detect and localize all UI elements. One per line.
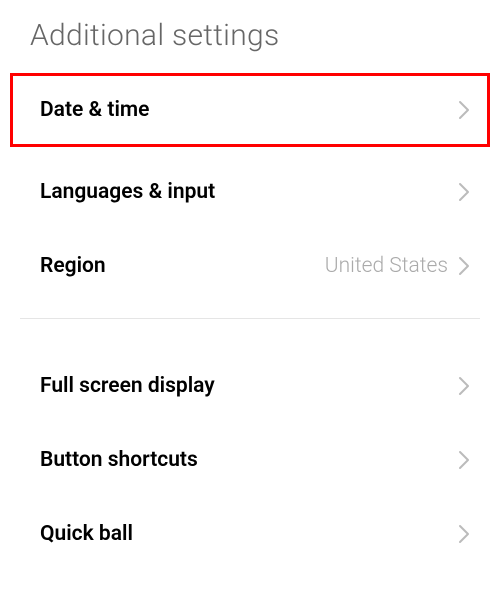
settings-item-languages-input[interactable]: Languages & input <box>0 155 500 229</box>
settings-item-right <box>458 450 470 470</box>
page-title: Additional settings <box>30 18 470 53</box>
settings-item-label: Quick ball <box>40 522 133 546</box>
settings-item-right <box>458 524 470 544</box>
settings-item-right <box>458 376 470 396</box>
settings-item-label: Full screen display <box>40 374 215 398</box>
settings-item-region[interactable]: Region United States <box>0 229 500 303</box>
chevron-right-icon <box>458 182 470 202</box>
settings-item-value: United States <box>325 254 448 278</box>
settings-item-right: United States <box>325 254 470 278</box>
settings-item-label: Languages & input <box>40 180 215 204</box>
page-header: Additional settings <box>0 0 500 73</box>
settings-item-right <box>458 100 470 120</box>
settings-item-label: Button shortcuts <box>40 448 198 472</box>
settings-item-right <box>458 182 470 202</box>
settings-item-label: Date & time <box>40 98 149 122</box>
chevron-right-icon <box>458 376 470 396</box>
section-divider <box>20 318 480 319</box>
settings-list: Date & time Languages & input Region Uni… <box>0 73 500 571</box>
settings-item-label: Region <box>40 254 106 278</box>
chevron-right-icon <box>458 100 470 120</box>
settings-item-button-shortcuts[interactable]: Button shortcuts <box>0 423 500 497</box>
settings-item-quick-ball[interactable]: Quick ball <box>0 497 500 571</box>
settings-item-full-screen-display[interactable]: Full screen display <box>0 349 500 423</box>
settings-item-date-time[interactable]: Date & time <box>10 73 490 147</box>
chevron-right-icon <box>458 450 470 470</box>
chevron-right-icon <box>458 256 470 276</box>
chevron-right-icon <box>458 524 470 544</box>
